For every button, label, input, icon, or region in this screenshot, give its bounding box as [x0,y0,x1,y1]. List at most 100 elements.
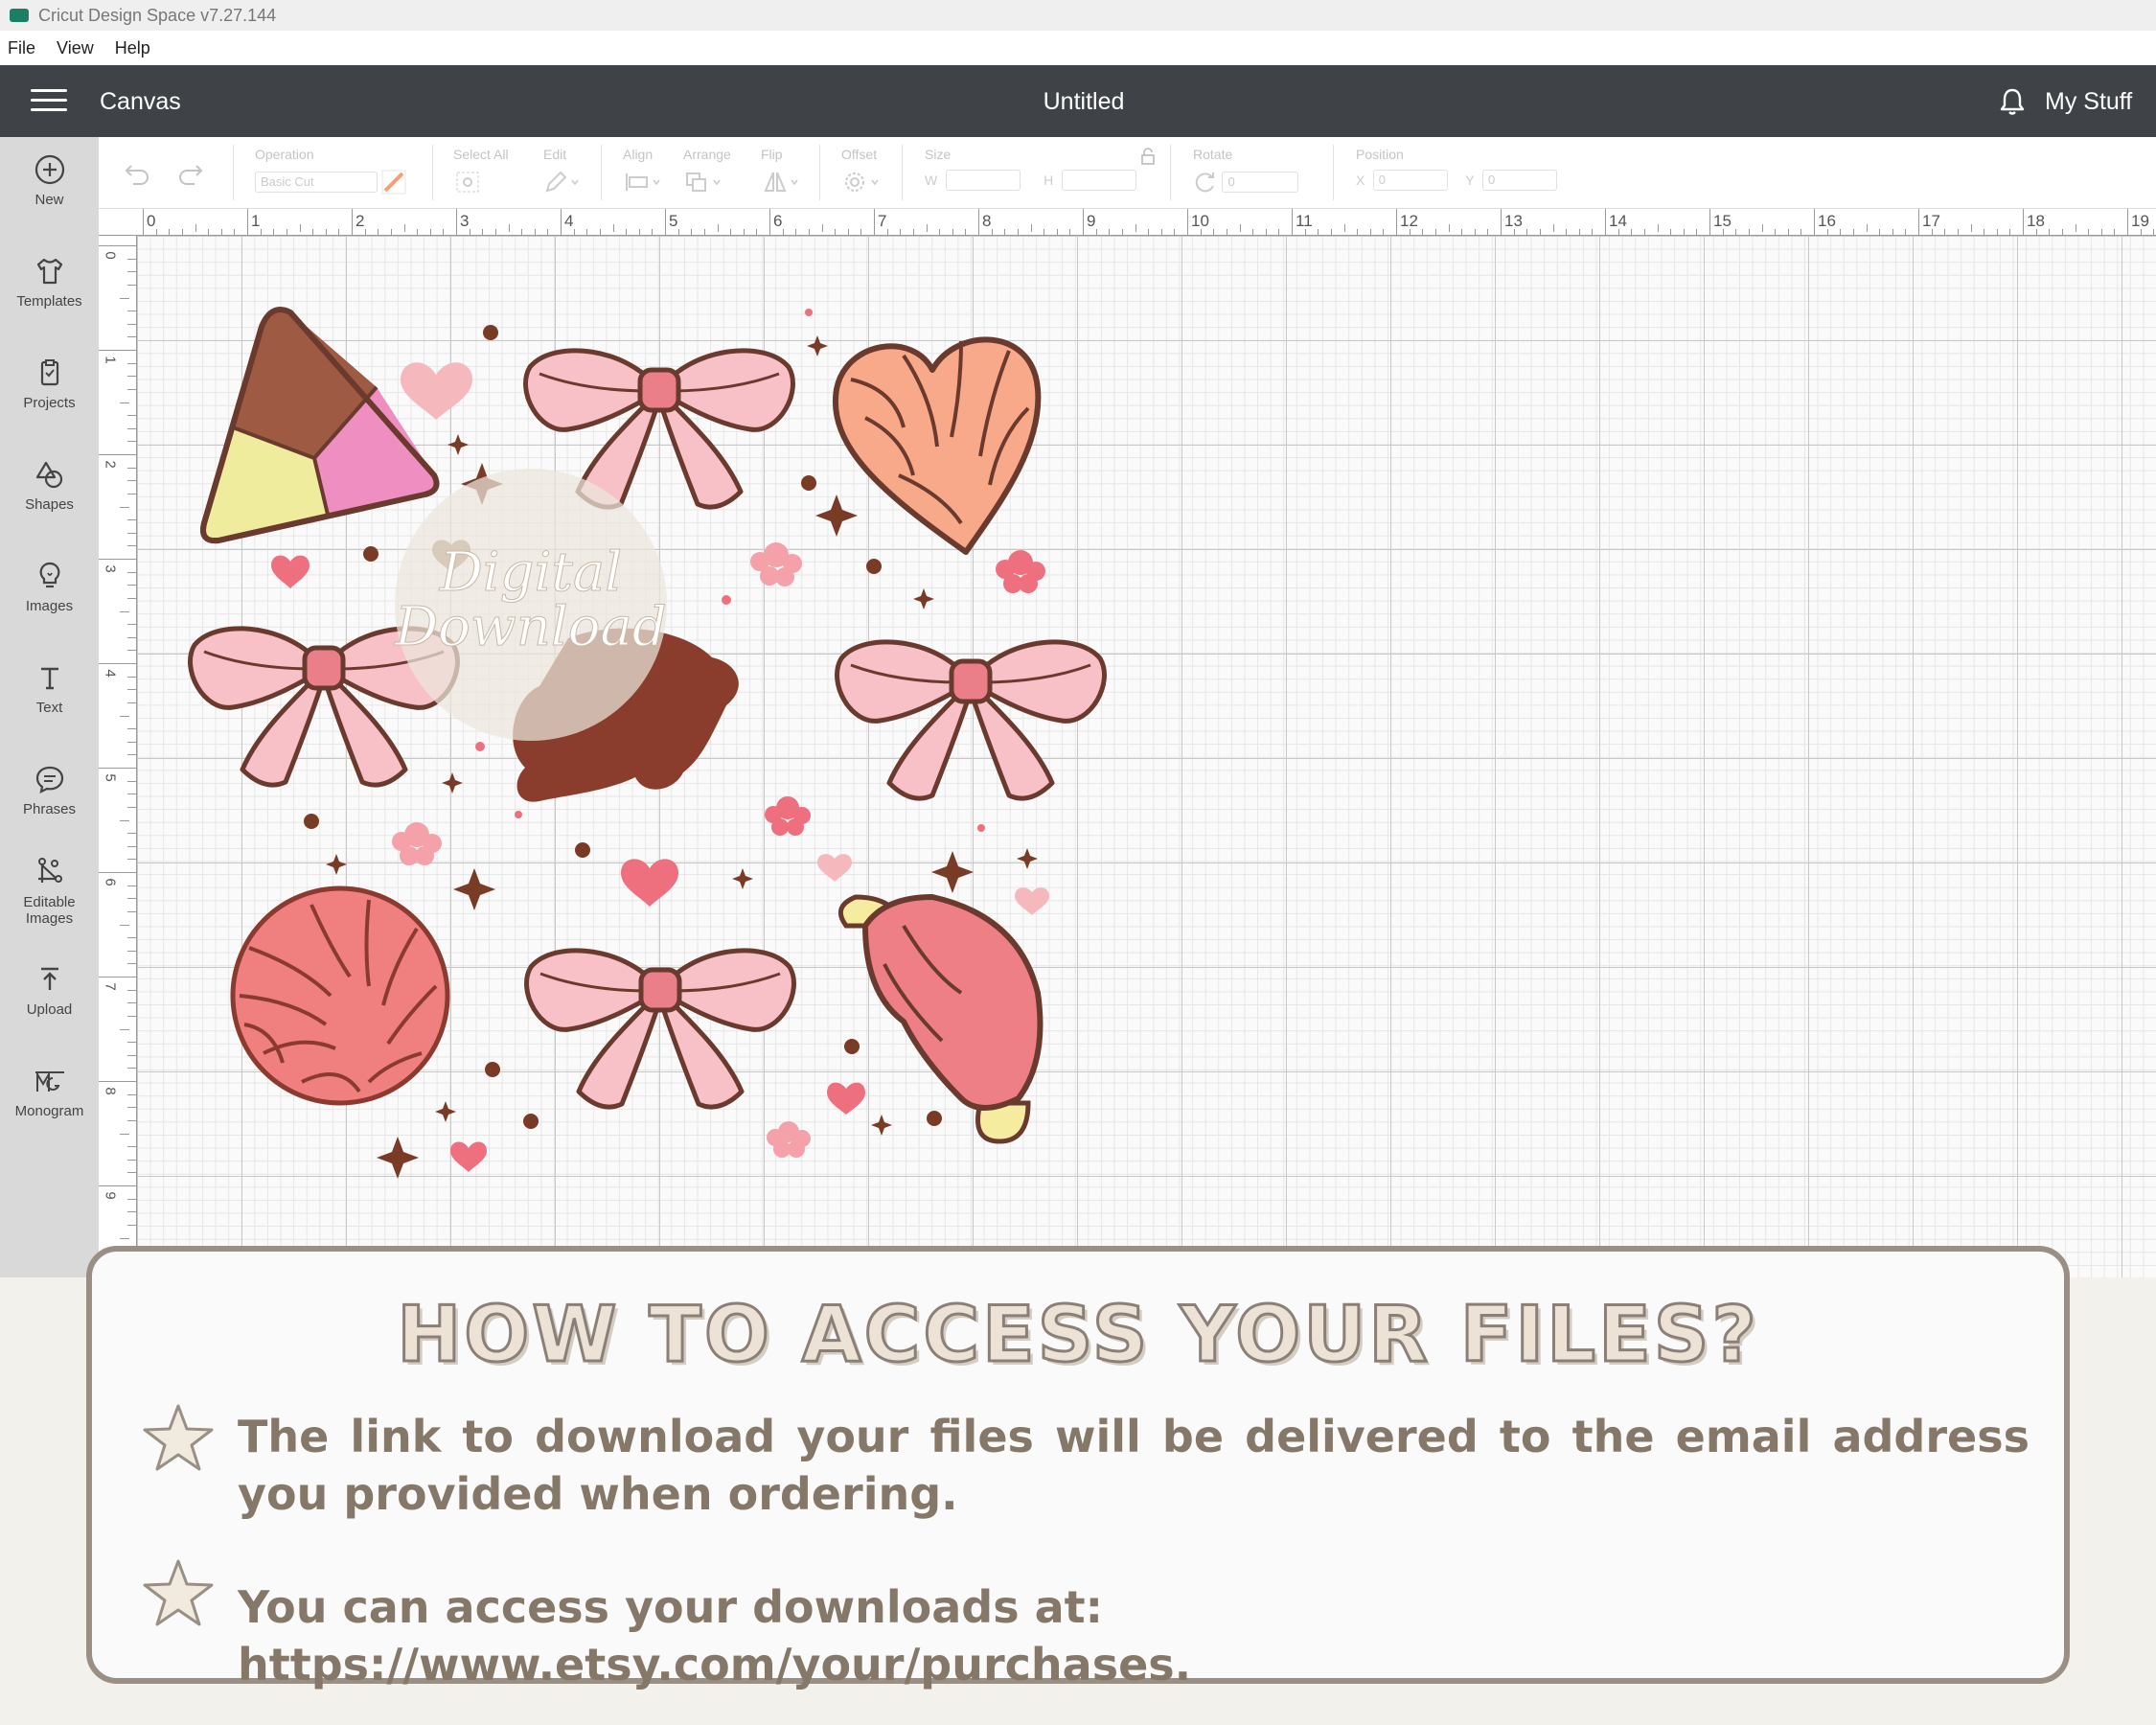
ruler-minor-tick [127,362,136,364]
ruler-minor-tick [743,229,745,235]
ruler-minor-tick [926,224,928,232]
select-all-control[interactable]: Select All [453,147,509,195]
sidebar-label-templates: Templates [16,293,82,310]
sidebar-item-text[interactable]: Text [0,661,99,716]
offset-control[interactable]: Offset [841,147,883,195]
ruler-number: 3 [102,564,119,573]
document-title[interactable]: Untitled [0,88,2156,116]
panel-heading: HOW TO ACCESS YOUR FILES? [396,1289,1759,1381]
ruler-minor-tick [127,1119,136,1121]
size-height-input[interactable] [1061,170,1136,191]
menu-file[interactable]: File [8,38,35,58]
menu-help[interactable]: Help [115,38,150,58]
sidebar-item-templates[interactable]: Templates [0,255,99,310]
ruler-tick [99,977,136,978]
edit-control[interactable]: Edit [543,147,582,195]
ruler-minor-tick [886,229,888,235]
ruler-tick [99,768,136,769]
ruler-minor-tick [127,989,136,991]
ruler-minor-tick [1369,229,1371,235]
undo-icon[interactable] [124,162,152,185]
ruler-minor-tick [417,229,419,235]
arrange-icon[interactable] [683,170,725,195]
rotate-control[interactable]: Rotate 0 [1193,147,1299,195]
align-control[interactable]: Align [623,147,665,195]
pink-bow-bottom [527,951,794,1107]
sidebar-item-editable-images[interactable]: Editable Images [0,856,99,927]
rotate-icon[interactable] [1193,170,1218,195]
ruler-minor-tick [127,310,136,312]
window-title: Cricut Design Space v7.27.144 [38,5,277,25]
ruler-minor-tick [1343,224,1345,232]
ruler-minor-tick [1957,229,1959,235]
position-control[interactable]: Position X 0 Y 0 [1356,147,1558,191]
ruler-tick [561,209,562,235]
ruler-minor-tick [847,229,849,235]
pos-y-input[interactable]: 0 [1482,170,1558,191]
ruler-minor-tick [127,415,136,417]
rotate-input[interactable]: 0 [1222,172,1299,193]
ruler-number: 7 [878,212,887,230]
sidebar-item-phrases[interactable]: Phrases [0,763,99,817]
my-stuff-link[interactable]: My Stuff [2045,88,2132,116]
operation-control[interactable]: Operation Basic Cut [255,147,406,195]
ruler-minor-tick [127,1002,136,1004]
ruler-minor-tick [626,229,628,235]
lock-icon[interactable] [1139,147,1157,166]
flip-icon[interactable] [761,170,803,195]
size-width-input[interactable] [945,170,1021,191]
monogram-icon [34,1070,64,1092]
offset-icon[interactable] [841,170,883,195]
sidebar-item-new[interactable]: New [0,153,99,208]
ruler-number: 2 [102,460,119,469]
align-icon[interactable] [623,170,665,195]
pos-x-input[interactable]: 0 [1372,170,1448,191]
menu-view[interactable]: View [57,38,94,58]
ruler-minor-tick [1970,224,1972,232]
ruler-minor-tick [127,845,136,847]
pencil-icon[interactable] [543,170,582,195]
ruler-tick [456,209,457,235]
ruler-minor-tick [1696,229,1698,235]
arrange-control[interactable]: Arrange [683,147,731,195]
ruler-minor-tick [1174,229,1176,235]
ruler-minor-tick [127,702,136,703]
ruler-minor-tick [482,229,484,235]
ruler-minor-tick [127,898,136,900]
lightbulb-icon [39,562,59,588]
ruler-minor-tick [652,229,654,235]
color-swatch-icon[interactable] [381,170,406,195]
flip-control[interactable]: Flip [761,147,803,195]
ruler-minor-tick [821,224,823,232]
sidebar-item-upload[interactable]: Upload [0,963,99,1018]
ruler-minor-tick [120,924,129,926]
star-bullet-icon [143,1404,214,1471]
ruler-minor-tick [127,950,136,952]
operation-select[interactable]: Basic Cut [255,172,378,193]
ruler-minor-tick [1892,229,1893,235]
sidebar-item-images[interactable]: Images [0,560,99,614]
sidebar-item-monogram[interactable]: Monogram [0,1065,99,1119]
sidebar-item-projects[interactable]: Projects [0,356,99,411]
ruler-tick [1292,209,1293,235]
ruler-minor-tick [127,650,136,652]
select-all-icon[interactable] [453,170,482,195]
watermark-line-1: Digital [439,541,622,604]
sidebar-item-shapes[interactable]: Shapes [0,458,99,513]
ruler-minor-tick [127,910,136,912]
ruler-minor-tick [1775,229,1777,235]
notification-bell-icon[interactable] [1997,86,2028,117]
artwork-layer[interactable]: Digital Download [137,236,1172,1204]
redo-icon[interactable] [175,162,204,185]
size-control[interactable]: Size W H [925,147,1155,191]
ruler-tick [2023,209,2024,235]
ruler-tick [99,350,136,351]
ruler-minor-tick [127,754,136,756]
ruler-minor-tick [127,336,136,338]
size-label: Size [925,147,952,162]
ruler-minor-tick [127,1211,136,1213]
ruler-minor-tick [1748,229,1750,235]
ruler-minor-tick [599,229,601,235]
ruler-number: 4 [564,212,574,230]
ruler-minor-tick [127,376,136,378]
